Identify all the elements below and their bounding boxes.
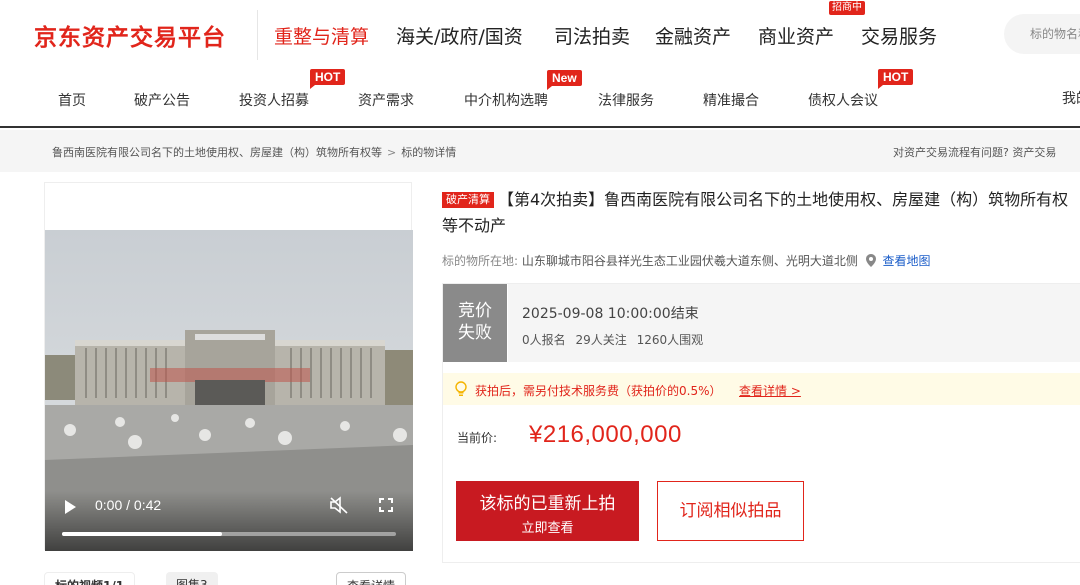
stat-followers: 29人关注	[575, 333, 627, 347]
location-pin-icon	[865, 254, 876, 267]
item-title: 破产清算 【第4次拍卖】鲁西南医院有限公司名下的土地使用权、房屋建（构）筑物所有权…	[442, 187, 1080, 239]
subnav-creditor-meeting[interactable]: 债权人会议	[808, 90, 878, 110]
nav-restructuring[interactable]: 重整与清算	[274, 22, 369, 49]
subnav-investor-recruit[interactable]: 投资人招募	[239, 90, 309, 110]
fullscreen-icon[interactable]	[379, 498, 393, 512]
subnav-legal-services[interactable]: 法律服务	[598, 90, 654, 110]
subnav-bankruptcy-notice[interactable]: 破产公告	[134, 90, 190, 110]
tab-gallery[interactable]: 图集3	[166, 572, 218, 585]
help-link[interactable]: 对资产交易流程有问题? 资产交易	[893, 144, 1056, 160]
search-input[interactable]	[1004, 14, 1080, 54]
video-progress-fill	[62, 532, 223, 536]
hot-tag-creditor: HOT	[878, 69, 914, 89]
breadcrumb-separator: >	[387, 146, 397, 159]
view-details-button[interactable]: 查看详情	[336, 572, 407, 585]
video-controls: 0:00 / 0:42	[45, 491, 413, 551]
location-text: 山东聊城市阳谷县祥光生态工业园伏羲大道东侧、光明大道北侧	[521, 254, 858, 268]
auction-stats: 0人报名 29人关注 1260人围观	[522, 331, 709, 348]
my-account-link[interactable]: 我的	[1062, 88, 1080, 108]
relist-button-title: 该标的已重新上拍	[479, 494, 616, 514]
relist-button-subtitle: 立即查看	[521, 521, 574, 536]
status-info: 2025-09-08 10:00:00结束 0人报名 29人关注 1260人围观	[508, 284, 1080, 362]
current-price: ¥216,000,000	[529, 421, 682, 448]
location-label: 标的物所在地:	[442, 254, 519, 268]
status-line1: 竞价	[458, 301, 492, 321]
status-tile: 竞价 失败	[443, 284, 507, 362]
logo-divider	[257, 10, 258, 60]
nav-judicial-auction[interactable]: 司法拍卖	[554, 22, 630, 49]
fee-notice: 获拍后，需另付技术服务费（获拍价的0.5%） 查看详情 >	[443, 373, 1080, 405]
item-title-text: 【第4次拍卖】鲁西南医院有限公司名下的土地使用权、房屋建（构）筑物所有权等不动产	[442, 190, 1069, 235]
auction-panel: 竞价 失败 2025-09-08 10:00:00结束 0人报名 29人关注 1…	[442, 283, 1080, 563]
stat-registered: 0人报名	[522, 333, 566, 347]
price-label: 当前价:	[457, 431, 498, 445]
search-box[interactable]	[1004, 14, 1080, 54]
subnav-asset-demand[interactable]: 资产需求	[358, 90, 414, 110]
breadcrumb-current: 标的物详情	[401, 146, 457, 159]
subnav-home[interactable]: 首页	[58, 90, 86, 110]
view-map-link[interactable]: 查看地图	[883, 254, 931, 268]
media-card: 0:00 / 0:42	[44, 182, 413, 551]
subnav-matching[interactable]: 精准撮合	[703, 90, 759, 110]
bankruptcy-badge: 破产清算	[442, 192, 494, 208]
tab-video[interactable]: 标的视频1/1	[44, 572, 136, 585]
breadcrumb: 鲁西南医院有限公司名下的土地使用权、房屋建（构）筑物所有权等 > 标的物详情	[52, 144, 456, 160]
subnav-intermediary[interactable]: 中介机构选聘	[464, 90, 548, 110]
video-progress-bar[interactable]	[62, 532, 396, 536]
top-header: 京东资产交易平台 重整与清算 海关/政府/国资 司法拍卖 金融资产 商业资产 交…	[0, 0, 1080, 68]
recruit-badge: 招商中	[829, 1, 865, 15]
stat-viewers: 1260人围观	[636, 333, 704, 347]
nav-trade-services[interactable]: 交易服务	[861, 22, 937, 49]
status-line2: 失败	[458, 323, 492, 343]
breadcrumb-bar: 鲁西南医院有限公司名下的土地使用权、房屋建（构）筑物所有权等 > 标的物详情 对资产…	[0, 130, 1080, 172]
subscribe-similar-button[interactable]: 订阅相似拍品	[657, 481, 804, 541]
site-logo[interactable]: 京东资产交易平台	[34, 18, 226, 52]
sub-nav: 首页 破产公告 投资人招募 HOT 资产需求 中介机构选聘 New 法律服务 精…	[0, 68, 1080, 128]
fee-details-link[interactable]: 查看详情 >	[739, 382, 801, 399]
breadcrumb-item[interactable]: 鲁西南医院有限公司名下的土地使用权、房屋建（构）筑物所有权等	[52, 146, 382, 159]
new-tag-intermediary: New	[547, 70, 582, 90]
video-player[interactable]: 0:00 / 0:42	[45, 230, 413, 551]
fee-notice-text: 获拍后，需另付技术服务费（获拍价的0.5%）	[475, 384, 722, 398]
video-time: 0:00 / 0:42	[95, 497, 162, 513]
item-location: 标的物所在地: 山东聊城市阳谷县祥光生态工业园伏羲大道东侧、光明大道北侧 查看地…	[442, 252, 931, 269]
mute-icon[interactable]	[329, 496, 349, 514]
play-icon[interactable]	[65, 500, 76, 514]
hot-tag-investor: HOT	[310, 69, 346, 89]
item-title-area: 破产清算 【第4次拍卖】鲁西南医院有限公司名下的土地使用权、房屋建（构）筑物所有权…	[442, 187, 1080, 239]
media-tabs: 标的视频1/1 图集3 查看详情	[44, 570, 412, 585]
nav-commercial-assets[interactable]: 商业资产	[758, 22, 834, 49]
relist-view-button[interactable]: 该标的已重新上拍 立即查看	[456, 481, 639, 541]
nav-customs-gov[interactable]: 海关/政府/国资	[396, 22, 523, 49]
nav-financial-assets[interactable]: 金融资产	[655, 22, 731, 49]
bulb-icon	[455, 381, 467, 396]
end-time: 2025-09-08 10:00:00结束	[522, 306, 699, 322]
